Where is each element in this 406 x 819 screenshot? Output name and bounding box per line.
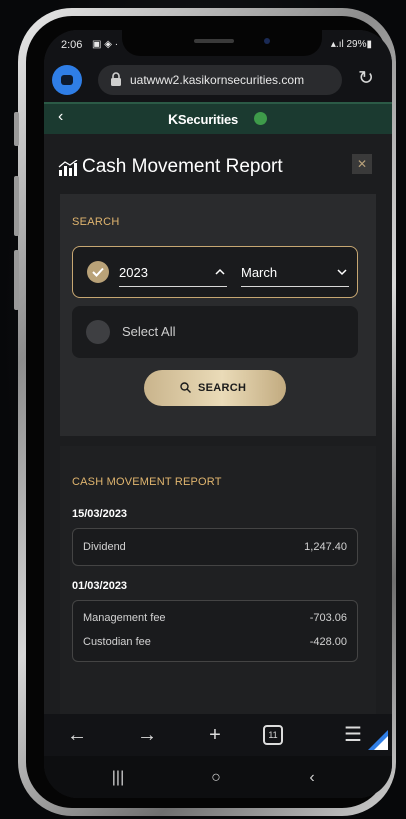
transaction-label: Management fee [83,612,166,624]
select-all-option[interactable]: Select All [72,306,358,358]
back-button[interactable]: ‹ [58,108,63,126]
report-card: Dividend 1,247.40 [72,528,358,566]
transaction-label: Dividend [83,541,126,553]
browser-forward-button[interactable]: → [134,722,160,748]
month-select[interactable]: March [241,259,349,287]
volume-button [14,112,19,146]
url-text: uatwww2.kasikornsecurities.com [130,73,305,87]
transaction-amount: -428.00 [309,636,347,648]
browser-back-button[interactable]: ← [64,722,90,748]
report-row: Dividend 1,247.40 [83,541,347,557]
year-value: 2023 [119,265,148,280]
lock-icon [111,72,121,86]
home-button[interactable]: ○ [204,766,228,790]
report-row: Custodian fee -428.00 [83,636,347,652]
status-time: 2:06 [61,39,83,51]
year-month-selector: 2023 March [72,246,358,298]
search-section-label: SEARCH [72,216,120,228]
select-all-label: Select All [122,324,176,339]
transaction-amount: 1,247.40 [304,541,347,553]
search-button[interactable]: SEARCH [144,370,286,406]
search-panel: SEARCH 2023 March Select All SEARCH [60,194,376,436]
report-row: Management fee -703.06 [83,612,347,628]
search-icon [180,382,191,393]
android-back-button[interactable]: ‹ [300,766,324,790]
status-icons: ▣ ◈ · [92,39,119,50]
report-date: 15/03/2023 [72,508,128,520]
transaction-label: Custodian fee [83,636,151,648]
chevron-down-icon [337,269,347,276]
power-button [14,250,19,310]
transaction-amount: -703.06 [309,612,347,624]
recents-button[interactable]: ||| [106,766,130,790]
incognito-icon [61,75,73,85]
main-content: Cash Movement Report ✕ SEARCH 2023 March… [44,134,392,714]
url-field[interactable]: uatwww2.kasikornsecurities.com [98,65,342,95]
browser-tab-button[interactable] [52,65,82,95]
android-nav-bar: ||| ○ ‹ [44,756,392,798]
report-panel: CASH MOVEMENT REPORT 15/03/2023 Dividend… [60,446,376,714]
app-header: ‹ KSecurities [44,102,392,134]
browser-bottom-bar: ← → + 11 ☰ [44,714,392,756]
volume-button-lower [14,176,19,236]
check-icon [92,267,104,277]
screen: 2:06 ▣ ◈ · ▴.ıl 29%▮ uatwww2.kasikornsec… [44,30,392,798]
browser-url-bar: uatwww2.kasikornsecurities.com ↻ [44,58,392,102]
page-title: Cash Movement Report [82,156,283,177]
reload-icon[interactable]: ↻ [354,67,378,91]
browser-menu-button[interactable]: ☰ [340,722,366,748]
report-date: 01/03/2023 [72,580,128,592]
camera-icon [264,38,270,44]
report-card: Management fee -703.06 Custodian fee -42… [72,600,358,662]
chevron-up-icon [215,268,225,275]
chart-icon [58,160,78,176]
corner-triangle-icon [368,730,388,750]
year-select[interactable]: 2023 [119,259,227,287]
search-button-label: SEARCH [198,382,247,394]
select-all-radio[interactable] [86,320,110,344]
notch [122,30,322,56]
report-section-label: CASH MOVEMENT REPORT [72,476,222,488]
battery-signal: ▴.ıl 29%▮ [330,39,372,50]
brand-logo: KSecurities [168,111,239,127]
year-checkbox[interactable] [87,261,109,283]
close-icon[interactable]: ✕ [352,154,372,174]
tab-count-button[interactable]: 11 [263,725,283,745]
brand-leaf-icon [254,112,267,125]
month-value: March [241,265,278,280]
new-tab-button[interactable]: + [202,722,228,748]
speaker-grille [194,39,234,43]
